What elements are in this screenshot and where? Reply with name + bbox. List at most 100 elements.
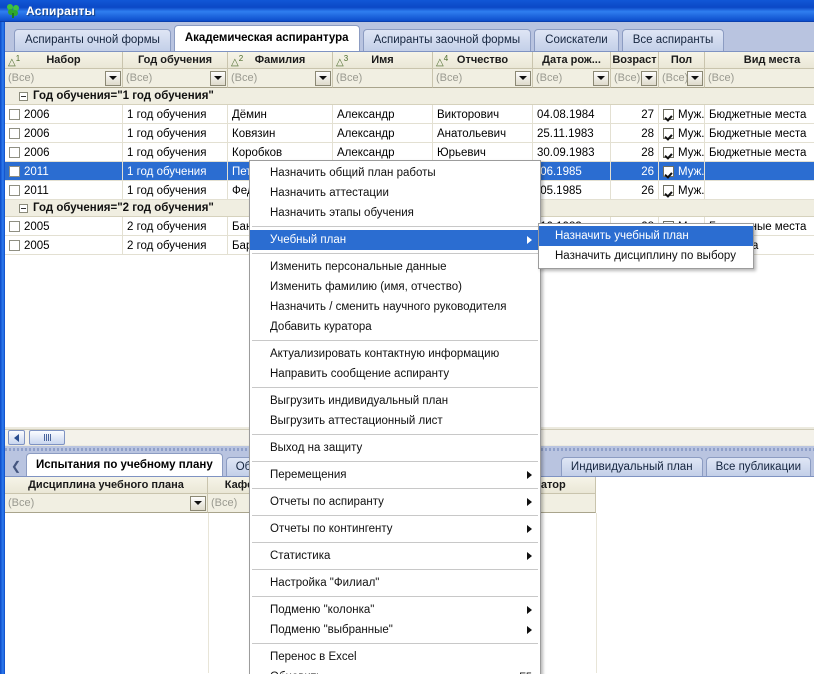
grid-filter-7[interactable]: (Все) (611, 69, 659, 88)
grid-header-9[interactable]: Вид места (705, 52, 814, 69)
grid-filter-dropdown-5[interactable] (515, 70, 531, 86)
row-checkbox[interactable] (9, 185, 20, 196)
grid-filter-dropdown-6[interactable] (593, 70, 609, 86)
row-checkbox[interactable] (9, 147, 20, 158)
menu-item[interactable]: Подменю "колонка" (250, 600, 540, 620)
menu-item[interactable]: Отчеты по аспиранту (250, 492, 540, 512)
cell-text-otchestvo: Юрьевич (437, 146, 486, 159)
cell-text-vid_mesta: Бюджетные места (709, 127, 807, 140)
context-submenu[interactable]: Назначить учебный план Назначить дисципли… (538, 223, 754, 269)
grid-filter-dropdown-8[interactable] (687, 70, 703, 86)
menu-item[interactable]: Назначить / сменить научного руководител… (250, 297, 540, 317)
table-row[interactable]: 2006 1 год обучения Дёмин Александр Викторов… (5, 105, 814, 124)
sort-indicator-1: △1 (8, 54, 21, 68)
detail-tab-3[interactable]: Индивидуальный план (560, 457, 703, 476)
submenu-item[interactable]: Назначить дисциплину по выбору (539, 246, 753, 266)
menu-item[interactable]: Подменю "выбранные" (250, 620, 540, 640)
row-checkbox[interactable] (9, 109, 20, 120)
cell-text-nabor: 2005 (24, 239, 50, 252)
grid-filter-2[interactable]: (Все) (123, 69, 228, 88)
tab-5[interactable]: Все аспиранты (621, 29, 725, 51)
row-checkbox[interactable] (9, 166, 20, 177)
menu-item[interactable]: Добавить куратора (250, 317, 540, 337)
menu-item[interactable]: Изменить фамилию (имя, отчество) (250, 277, 540, 297)
grid-filter-6[interactable]: (Все) (533, 69, 611, 88)
cell-vid_mesta: Бюджетные места (705, 105, 814, 124)
menu-item[interactable]: Перенос в Excel (250, 647, 540, 667)
group-header-row[interactable]: Год обучения="1 год обучения" (5, 88, 814, 105)
title-bar: Аспиранты (0, 0, 814, 22)
menu-item[interactable]: Направить сообщение аспиранту (250, 364, 540, 384)
menu-item[interactable]: Выход на защиту (250, 438, 540, 458)
submenu-arrow-icon (527, 498, 532, 506)
cell-vid_mesta (705, 181, 814, 200)
tab-scroll-left-icon[interactable]: ❮ (9, 456, 23, 476)
grid-filter-5[interactable]: (Все) (433, 69, 533, 88)
menu-separator (252, 515, 538, 516)
menu-item[interactable]: Выгрузить аттестационный лист (250, 411, 540, 431)
detail-filter-1[interactable]: (Все) (5, 494, 208, 513)
tab-1[interactable]: Аспиранты очной формы (14, 29, 171, 51)
grid-filter-3[interactable]: (Все) (228, 69, 333, 88)
grid-filter-dropdown-1[interactable] (105, 70, 121, 86)
detail-tab-4[interactable]: Все публикации (705, 457, 811, 476)
menu-item-label: Учебный план (270, 234, 347, 246)
detail-header-1[interactable]: Дисциплина учебного плана (5, 477, 208, 494)
cell-text-imya: Александр (337, 127, 395, 140)
menu-item[interactable]: Выгрузить индивидуальный план (250, 391, 540, 411)
menu-item[interactable]: Назначить аттестации (250, 183, 540, 203)
submenu-arrow-icon (527, 606, 532, 614)
tab-3[interactable]: Аспиранты заочной формы (362, 29, 532, 51)
scrollbar-thumb[interactable] (29, 430, 65, 445)
menu-item[interactable]: Настройка "Филиал" (250, 573, 540, 593)
grid-header-8[interactable]: Пол (659, 52, 705, 69)
grid-header-6[interactable]: Дата рож... (533, 52, 611, 69)
cell-vid_mesta: Бюджетные места (705, 124, 814, 143)
menu-item[interactable]: Отчеты по контингенту (250, 519, 540, 539)
grid-filter-9[interactable]: (Все) (705, 69, 814, 88)
menu-item[interactable]: ОбновитьF5 (250, 667, 540, 674)
menu-item-label: Отчеты по аспиранту (270, 496, 384, 508)
grid-header-5[interactable]: △4 Отчество (433, 52, 533, 69)
grid-header-2[interactable]: Год обучения (123, 52, 228, 69)
tab-4[interactable]: Соискатели (534, 29, 619, 51)
collapse-icon[interactable] (19, 203, 28, 213)
menu-separator (252, 596, 538, 597)
cell-god: 1 год обучения (123, 181, 228, 200)
cell-pol: Муж. (659, 162, 705, 181)
cell-text-data_rozh: 30.09.1983 (537, 146, 595, 159)
grid-filter-dropdown-2[interactable] (210, 70, 226, 86)
grid-header-4[interactable]: △3 Имя (333, 52, 433, 69)
grid-filter-8[interactable]: (Все) (659, 69, 705, 88)
menu-item[interactable]: Статистика (250, 546, 540, 566)
menu-separator (252, 253, 538, 254)
collapse-icon[interactable] (19, 91, 28, 101)
grid-filter-4[interactable]: (Все) (333, 69, 433, 88)
context-menu[interactable]: Назначить общий план работы Назначить атт… (249, 160, 541, 674)
row-checkbox[interactable] (9, 128, 20, 139)
grid-header-1[interactable]: △1 Набор (5, 52, 123, 69)
tab-2[interactable]: Академическая аспирантура (173, 25, 360, 51)
submenu-item[interactable]: Назначить учебный план (539, 226, 753, 246)
grid-filter-1[interactable]: (Все) (5, 69, 123, 88)
row-checkbox[interactable] (9, 240, 20, 251)
sort-indicator-5: △4 (436, 54, 449, 68)
row-checkbox[interactable] (9, 221, 20, 232)
table-row[interactable]: 2006 1 год обучения Ковязин Александр Анатол… (5, 124, 814, 143)
detail-filter-dropdown-1[interactable] (190, 495, 206, 511)
grid-filter-dropdown-7[interactable] (641, 70, 657, 86)
menu-item[interactable]: Назначить общий план работы (250, 163, 540, 183)
menu-item[interactable]: Актуализировать контактную информацию (250, 344, 540, 364)
grid-header-3[interactable]: △2 Фамилия (228, 52, 333, 69)
menu-item[interactable]: Учебный план (250, 230, 540, 250)
cell-data_rozh: 04.08.1984 (533, 105, 611, 124)
menu-item[interactable]: Перемещения (250, 465, 540, 485)
grid-filter-row[interactable]: (Все) (Все) (Все) (Все) (Все) (Все) (Все) (Все)… (5, 69, 814, 88)
menu-separator (252, 226, 538, 227)
grid-filter-dropdown-3[interactable] (315, 70, 331, 86)
chevron-left-icon[interactable] (8, 430, 25, 445)
grid-header-7[interactable]: Возраст (611, 52, 659, 69)
detail-tab-1[interactable]: Испытания по учебному плану (26, 453, 223, 476)
menu-item[interactable]: Изменить персональные данные (250, 257, 540, 277)
menu-item[interactable]: Назначить этапы обучения (250, 203, 540, 223)
